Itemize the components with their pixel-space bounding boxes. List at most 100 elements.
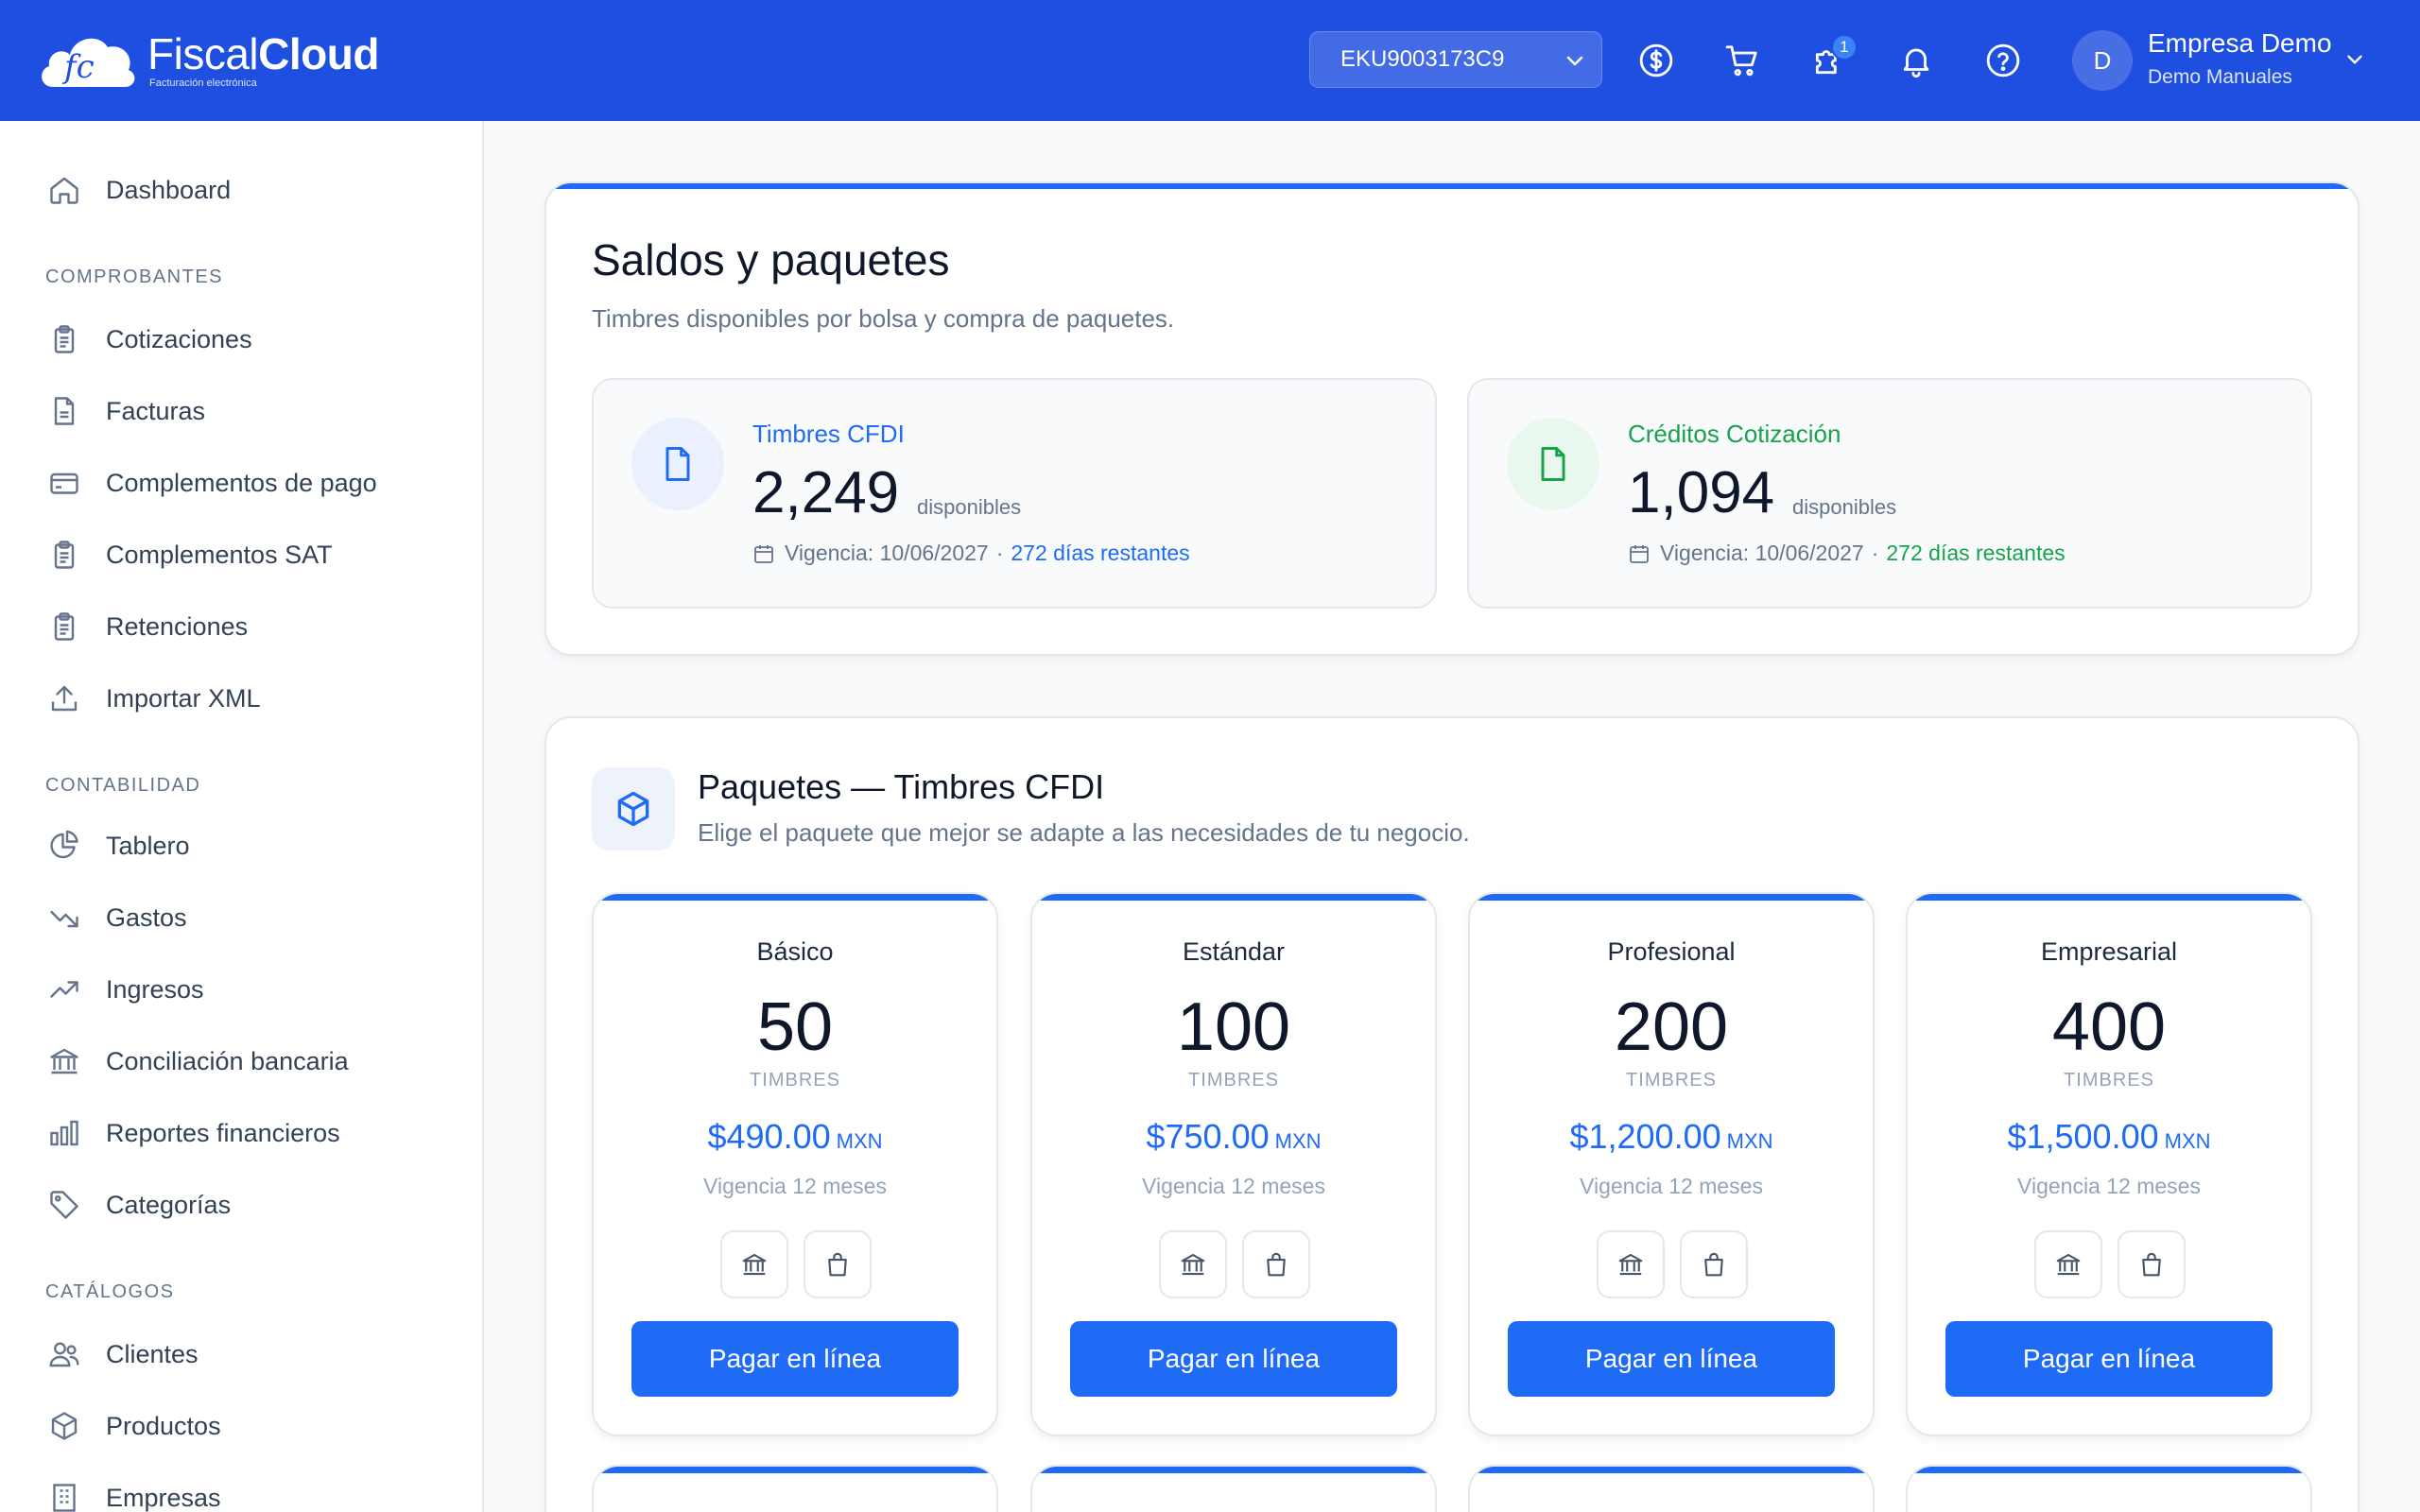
sidebar-item-retenciones[interactable]: Retenciones — [45, 603, 248, 650]
sidebar-item-dashboard[interactable]: Dashboard — [45, 166, 231, 214]
sidebar-item-facturas[interactable]: Facturas — [45, 387, 205, 435]
sidebar-item-productos[interactable]: Productos — [45, 1402, 221, 1450]
package-name: Básico — [756, 937, 834, 966]
price-currency: MXN — [2164, 1129, 2211, 1153]
rfc-select[interactable]: EKU9003173C9 — [1309, 31, 1602, 88]
credit-card-icon — [50, 472, 78, 494]
balance-validity: Vigencia: 10/06/2027 · 272 días restante… — [752, 541, 1190, 566]
balance-unit: disponibles — [917, 495, 1022, 519]
calendar-icon — [754, 544, 773, 563]
balance-cotizacion-icon-wrap — [1507, 418, 1599, 510]
pay-online-button[interactable]: Pagar en línea — [1945, 1321, 2273, 1397]
package-name: Profesional — [1607, 937, 1736, 966]
sidebar-item-importar-xml[interactable]: Importar XML — [45, 675, 261, 722]
notification-badge: 1 — [1831, 34, 1858, 60]
price-amount: $1,500.00 — [2007, 1117, 2159, 1156]
balance-cotizacion: Créditos Cotización 1,094 disponibles Vi… — [1467, 378, 2312, 609]
sidebar-item-empresas[interactable]: Empresas — [45, 1474, 221, 1512]
pay-online-button[interactable]: Pagar en línea — [1070, 1321, 1397, 1397]
package-unit: TIMBRES — [750, 1070, 840, 1091]
shop-button[interactable] — [804, 1230, 872, 1298]
logo-name-light: Fiscal — [147, 29, 259, 78]
sidebar-item-label: Reportes financieros — [106, 1118, 340, 1147]
bank-icon — [50, 1048, 78, 1074]
billing-button[interactable] — [1637, 42, 1675, 79]
bank-icon — [742, 1253, 767, 1276]
bank-icon — [2056, 1253, 2081, 1276]
building-icon — [53, 1484, 76, 1512]
bank-transfer-button[interactable] — [2034, 1230, 2102, 1298]
sidebar-item-categorias[interactable]: Categorías — [45, 1181, 231, 1228]
package-unit: TIMBRES — [2064, 1070, 2154, 1091]
package-name: Estándar — [1182, 937, 1286, 966]
clipboard-icon — [54, 325, 75, 353]
bank-transfer-button[interactable] — [720, 1230, 788, 1298]
packages-subtitle: Elige el paquete que mejor se adapte a l… — [698, 818, 1470, 847]
sidebar-item-label: Facturas — [106, 396, 206, 425]
sidebar-item-gastos[interactable]: Gastos — [45, 894, 187, 941]
sidebar-item-label: Dashboard — [106, 175, 232, 204]
sidebar-item-clientes[interactable]: Clientes — [45, 1331, 199, 1378]
sidebar-item-conciliacion[interactable]: Conciliación bancaria — [45, 1038, 349, 1085]
sidebar-item-tablero[interactable]: Tablero — [45, 822, 190, 869]
sidebar-item-label: Clientes — [106, 1339, 199, 1368]
sidebar: Dashboard COMPROBANTES Cotizaciones Fact… — [0, 121, 484, 1512]
cart-button[interactable] — [1723, 42, 1761, 79]
balance-cfdi-icon-wrap — [631, 418, 724, 510]
pay-online-button[interactable]: Pagar en línea — [631, 1321, 959, 1397]
box-icon — [51, 1412, 78, 1440]
help-button[interactable] — [1984, 42, 2022, 79]
sidebar-item-ingresos[interactable]: Ingresos — [45, 966, 204, 1013]
shopping-bag-icon — [2142, 1252, 2161, 1277]
logo-tagline: Facturación electrónica — [149, 77, 257, 89]
bell-icon — [1903, 48, 1929, 77]
sidebar-section-catalogos: CATÁLOGOS — [45, 1281, 175, 1302]
dollar-icon — [1639, 43, 1673, 77]
validity-separator: · — [1871, 541, 1879, 565]
package-unit: TIMBRES — [1626, 1070, 1717, 1091]
logo-mark: fc — [61, 48, 95, 86]
price-currency: MXN — [1274, 1129, 1322, 1153]
sidebar-item-complementos-sat[interactable]: Complementos SAT — [45, 531, 333, 578]
sidebar-section-comprobantes: COMPROBANTES — [45, 266, 224, 287]
chevron-down-icon[interactable] — [2342, 47, 2367, 72]
shop-button[interactable] — [1680, 1230, 1748, 1298]
sidebar-item-complementos-pago[interactable]: Complementos de pago — [45, 459, 377, 507]
notifications-button[interactable] — [1897, 42, 1935, 79]
shopping-bag-icon — [828, 1252, 847, 1277]
avatar[interactable]: D — [2072, 30, 2133, 91]
upload-icon — [51, 685, 78, 712]
balance-cfdi: Timbres CFDI 2,249 disponibles Vigencia:… — [592, 378, 1437, 609]
package-price: $490.00 MXN — [594, 1117, 996, 1157]
validity-date: Vigencia: 10/06/2027 — [785, 541, 989, 565]
shop-button[interactable] — [2118, 1230, 2186, 1298]
shopping-bag-icon — [1267, 1252, 1286, 1277]
help-icon — [1986, 43, 2020, 77]
bank-transfer-button[interactable] — [1159, 1230, 1227, 1298]
user-name: Empresa Demo — [2148, 28, 2332, 58]
bank-transfer-button[interactable] — [1597, 1230, 1665, 1298]
sidebar-item-cotizaciones[interactable]: Cotizaciones — [45, 316, 252, 363]
validity-date: Vigencia: 10/06/2027 — [1660, 541, 1864, 565]
users-icon — [49, 1342, 79, 1367]
sidebar-item-label: Ingresos — [106, 974, 204, 1004]
package-unit: TIMBRES — [1188, 1070, 1279, 1091]
package-price: $1,200.00 MXN — [1470, 1117, 1873, 1157]
balance-count: 2,249 — [752, 460, 900, 525]
sidebar-item-label: Gastos — [106, 902, 187, 932]
extensions-button[interactable]: 1 — [1810, 34, 1858, 79]
shop-button[interactable] — [1242, 1230, 1310, 1298]
trending-up-icon — [50, 981, 78, 998]
page-subtitle: Timbres disponibles por bolsa y compra d… — [592, 304, 1175, 333]
price-currency: MXN — [1726, 1129, 1773, 1153]
sidebar-item-label: Complementos SAT — [106, 540, 333, 569]
sidebar-item-label: Conciliación bancaria — [106, 1046, 349, 1075]
app-logo[interactable]: fc FiscalCloud Facturación electrónica — [36, 28, 379, 93]
user-menu[interactable]: Empresa Demo Demo Manuales — [2148, 28, 2332, 89]
box-icon — [617, 791, 649, 827]
sidebar-item-reportes[interactable]: Reportes financieros — [45, 1109, 340, 1157]
sidebar-item-label: Categorías — [106, 1190, 232, 1219]
sidebar-item-label: Empresas — [106, 1483, 221, 1512]
logo-name-bold: Cloud — [258, 29, 379, 78]
pay-online-button[interactable]: Pagar en línea — [1508, 1321, 1835, 1397]
